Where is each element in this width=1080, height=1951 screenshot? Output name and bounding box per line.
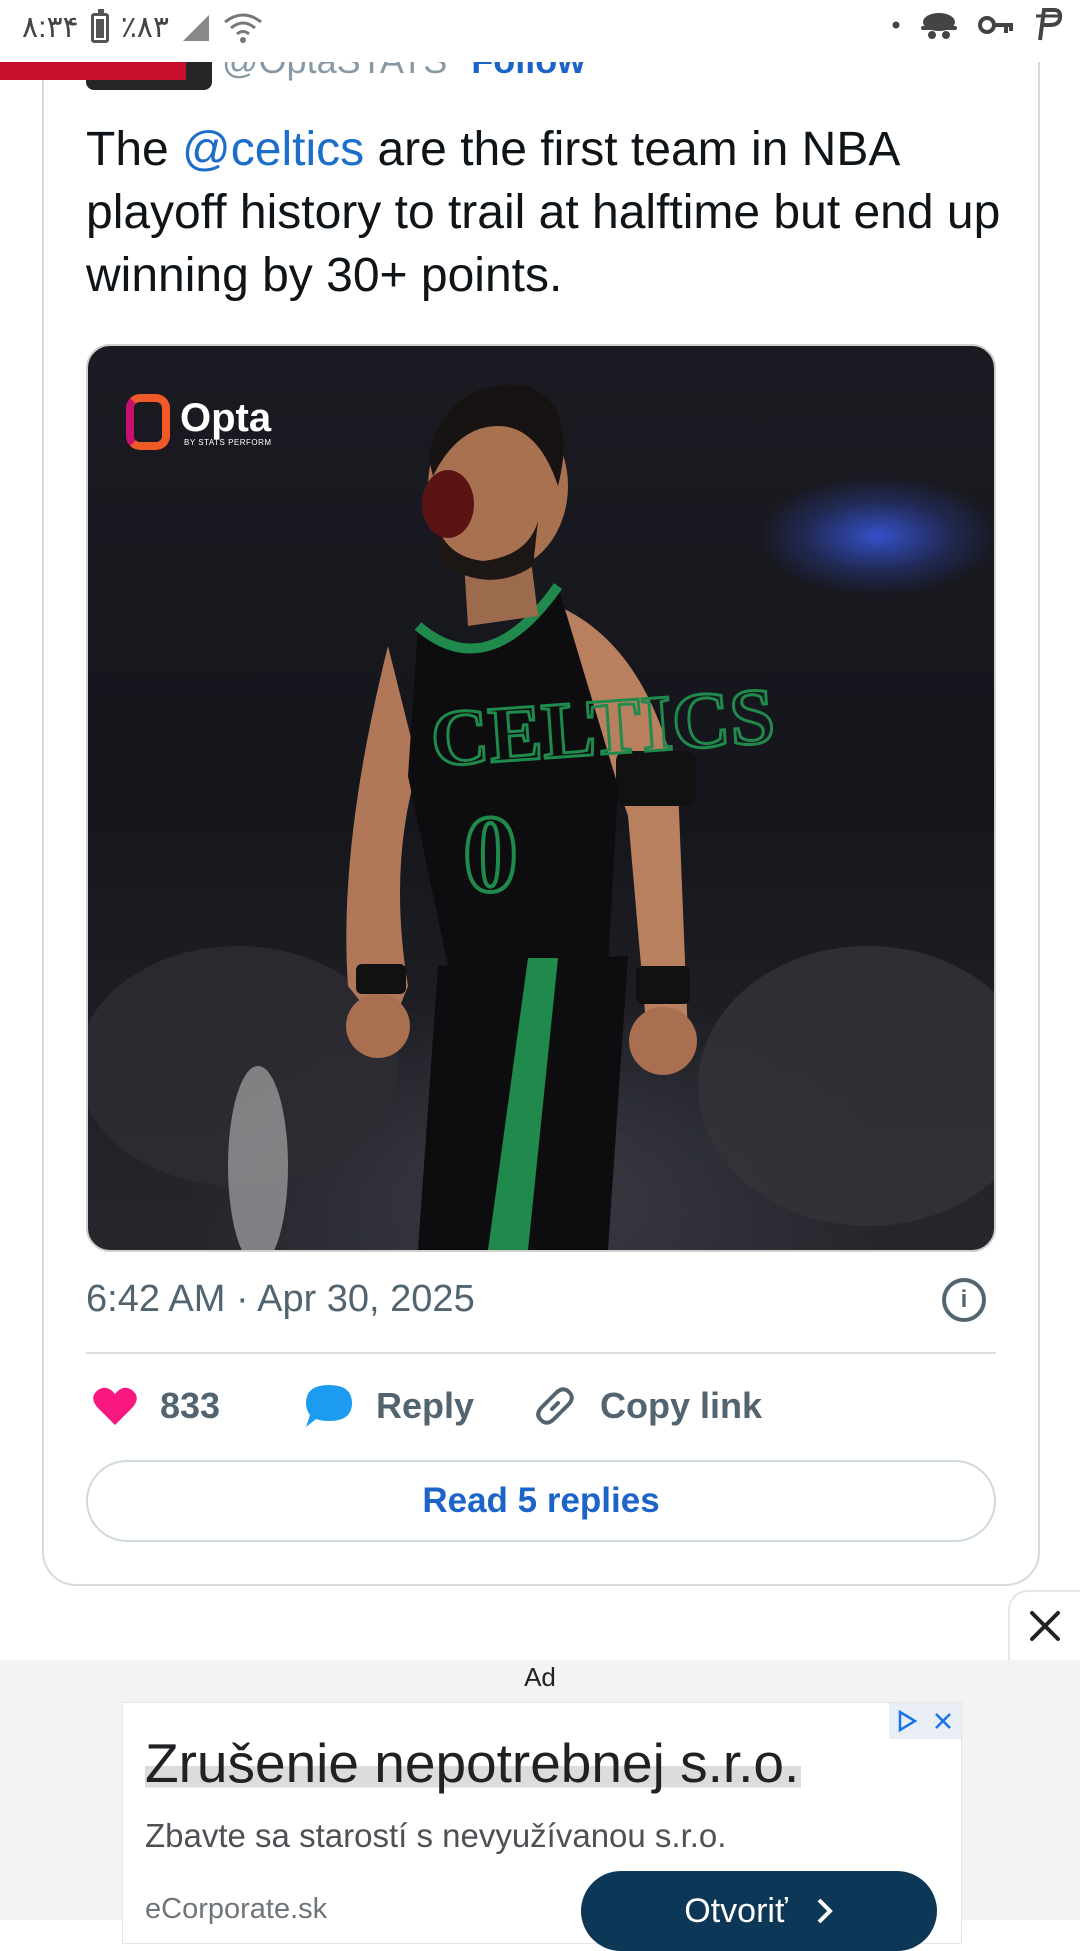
ad-close-button[interactable] <box>1008 1590 1080 1660</box>
tweet-media-image[interactable]: CELTICS 0 Opta BY STATS PERFORM <box>86 344 996 1252</box>
p-icon <box>1036 8 1062 41</box>
player-photo: CELTICS 0 <box>88 384 994 1250</box>
status-left: ۸:۳۴ ٪۸۳ <box>22 8 263 45</box>
wifi-icon <box>224 13 262 43</box>
speech-bubble-icon <box>306 1385 352 1427</box>
opta-subtitle: BY STATS PERFORM <box>184 437 272 447</box>
ad-label: Ad <box>524 1662 556 1692</box>
like-button[interactable]: 833 <box>92 1380 220 1432</box>
like-count: 833 <box>160 1385 221 1426</box>
svg-text:0: 0 <box>463 793 518 915</box>
incognito-icon <box>921 13 957 39</box>
ad-banner[interactable]: Zrušenie nepotrebnej s.r.o. Zbavte sa st… <box>122 1702 962 1951</box>
read-replies-button[interactable]: Read 5 replies <box>86 1460 996 1542</box>
tweet-actions: 833 Reply Copy link <box>86 1380 996 1432</box>
ad-headline[interactable]: Zrušenie nepotrebnej s.r.o. <box>145 1731 802 1795</box>
reply-label: Reply <box>376 1385 475 1426</box>
divider <box>86 1352 996 1354</box>
status-time: ۸:۳۴ <box>22 11 79 44</box>
dot-icon <box>892 21 900 29</box>
copy-link-button[interactable]: Copy link <box>532 1380 762 1432</box>
ad-domain[interactable]: eCorporate.sk <box>145 1893 327 1926</box>
tweet-timestamp[interactable]: 6:42 AM · Apr 30, 2025 <box>86 1278 475 1321</box>
opta-wordmark: Opta <box>180 395 272 440</box>
key-icon <box>978 16 1013 34</box>
chevron-right-icon <box>817 1898 833 1924</box>
close-icon <box>1030 1611 1060 1641</box>
status-bar: ۸:۳۴ ٪۸۳ <box>0 0 1080 62</box>
link-icon <box>536 1387 574 1425</box>
status-right <box>892 8 1062 42</box>
opta-mark-icon <box>126 394 170 450</box>
ad-dismiss-icon[interactable] <box>925 1703 961 1739</box>
opta-logo: Opta BY STATS PERFORM <box>126 394 272 450</box>
tweet-text: The @celtics are the first team in NBA p… <box>86 118 1006 307</box>
ad-description: Zbavte sa starostí s nevyužívanou s.r.o. <box>145 1817 727 1854</box>
tweet-text-start: The <box>86 123 183 176</box>
adchoices-icon[interactable] <box>889 1703 925 1739</box>
battery-icon <box>90 8 109 43</box>
info-icon[interactable]: i <box>942 1278 986 1322</box>
battery-percent: ٪۸۳ <box>120 11 170 44</box>
heart-icon <box>93 1387 137 1425</box>
signal-icon <box>183 14 210 41</box>
ad-badges <box>889 1703 961 1739</box>
ad-cta-label: Otvoriť <box>684 1891 788 1930</box>
copy-link-label: Copy link <box>600 1385 763 1426</box>
site-header-accent <box>0 62 186 80</box>
mention-link[interactable]: @celtics <box>182 123 364 176</box>
reply-button[interactable]: Reply <box>304 1380 474 1432</box>
ad-open-button[interactable]: Otvoriť <box>581 1871 937 1951</box>
